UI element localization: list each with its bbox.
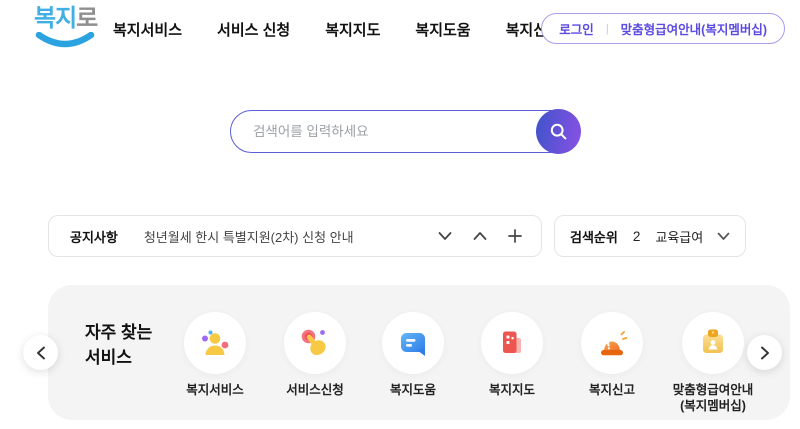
header: 복지로 복지서비스 서비스 신청 복지지도 복지도움 복지신고 로그인 | 맞춤… [0, 0, 800, 62]
notice-controls [437, 228, 523, 244]
service-item-welfare-map[interactable]: 복지지도 [460, 312, 564, 399]
nav-item-welfare-map[interactable]: 복지지도 [325, 19, 380, 40]
search-bar [230, 109, 581, 154]
clipboard-icon [703, 329, 723, 353]
plus-icon [508, 229, 522, 243]
search-icon [550, 123, 567, 140]
service-item-welfare-services[interactable]: 복지서비스 [163, 312, 267, 399]
login-divider: | [605, 22, 609, 35]
service-item-membership[interactable]: 맞춤형급여안내 (복지멤버십) [661, 312, 765, 414]
logo-text-primary: 복지 [34, 5, 77, 32]
siren-icon [601, 331, 628, 356]
click-hand-icon [301, 329, 326, 356]
chevron-right-icon [760, 346, 769, 359]
welfare-person-icon [202, 330, 229, 355]
quick-services-panel: 자주 찾는 서비스 복지서비스 서비스신청 복지도움 복지지도 복지신고 맞춤형… [48, 285, 790, 420]
search-button[interactable] [536, 109, 581, 154]
chevron-down-icon [438, 232, 452, 240]
search-rank-dropdown[interactable]: 검색순위 2 교육급여 [554, 215, 746, 257]
login-membership-button[interactable]: 로그인 | 맞춤형급여안내(복지멤버십) [541, 13, 785, 44]
carousel-next-button[interactable] [747, 335, 782, 370]
search-rank-label: 검색순위 [570, 229, 618, 245]
logo-smile-icon [35, 32, 95, 48]
notice-headline[interactable]: 청년월세 한시 특별지원(2차) 신청 안내 [144, 227, 437, 246]
notice-bar: 공지사항 청년월세 한시 특별지원(2차) 신청 안내 [48, 215, 542, 257]
notice-label: 공지사항 [70, 229, 118, 245]
service-item-label: 맞춤형급여안내 (복지멤버십) [672, 383, 754, 413]
bokjiro-logo[interactable]: 복지로 [34, 7, 100, 59]
login-link[interactable]: 로그인 [559, 19, 594, 38]
quick-services-title: 자주 찾는 서비스 [85, 323, 153, 367]
chevron-left-icon [36, 346, 45, 359]
building-icon [503, 331, 521, 353]
nav-item-welfare-services[interactable]: 복지서비스 [113, 19, 182, 40]
service-item-label: 복지도움 [389, 383, 436, 397]
search-rank-keyword[interactable]: 교육급여 [655, 227, 717, 246]
main-nav: 복지서비스 서비스 신청 복지지도 복지도움 복지신고 [113, 0, 561, 58]
logo-text-secondary: 로 [76, 5, 98, 32]
search-input[interactable] [231, 111, 526, 152]
notice-next-button[interactable] [437, 228, 453, 244]
search-rank-number: 2 [632, 228, 641, 244]
chat-bubble-icon [401, 333, 425, 356]
nav-item-service-apply[interactable]: 서비스 신청 [217, 19, 290, 40]
service-item-welfare-help[interactable]: 복지도움 [361, 312, 465, 399]
service-item-label: 서비스신청 [286, 383, 344, 397]
service-item-label: 복지서비스 [186, 383, 244, 397]
chevron-down-icon [717, 232, 730, 240]
service-item-welfare-report[interactable]: 복지신고 [560, 312, 664, 399]
notice-expand-button[interactable] [507, 228, 523, 244]
chevron-up-icon [473, 232, 487, 240]
carousel-prev-button[interactable] [23, 335, 58, 370]
membership-link[interactable]: 맞춤형급여안내(복지멤버십) [621, 19, 767, 38]
nav-item-welfare-help[interactable]: 복지도움 [415, 19, 470, 40]
notice-prev-button[interactable] [472, 228, 488, 244]
service-item-label: 복지신고 [588, 383, 635, 397]
service-item-label: 복지지도 [488, 383, 535, 397]
service-item-service-apply[interactable]: 서비스신청 [263, 312, 367, 399]
